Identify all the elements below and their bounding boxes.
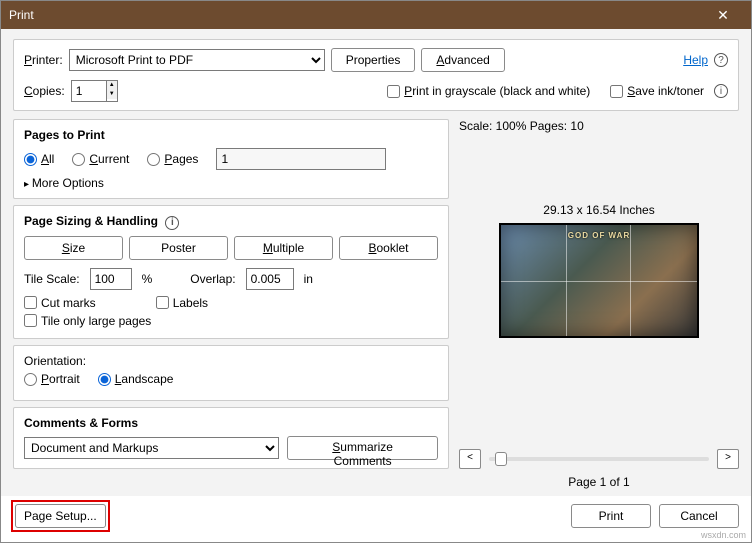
help-link[interactable]: Help	[683, 53, 708, 67]
slider-thumb[interactable]	[495, 452, 507, 466]
tilescale-input[interactable]	[90, 268, 132, 290]
sizing-title: Page Sizing & Handling i	[24, 214, 438, 230]
printer-select[interactable]: Microsoft Print to PDF	[69, 49, 325, 71]
size-tab[interactable]: Size	[24, 236, 123, 260]
comments-panel: Comments & Forms Document and Markups Su…	[13, 407, 449, 469]
help-icon[interactable]: ?	[714, 53, 728, 67]
watermark: wsxdn.com	[701, 530, 746, 540]
preview-image: GOD OF WAR	[499, 223, 699, 338]
overlap-label: Overlap:	[190, 272, 235, 286]
close-icon[interactable]: ✕	[703, 7, 743, 24]
printer-label: Printer:	[24, 53, 63, 67]
info-icon[interactable]: i	[714, 84, 728, 98]
more-options-toggle[interactable]: More Options	[24, 176, 438, 190]
poster-tab[interactable]: Poster	[129, 236, 228, 260]
preview-logo: GOD OF WAR	[568, 231, 630, 240]
spinner-up-icon[interactable]: ▲	[107, 81, 117, 90]
print-button[interactable]: Print	[571, 504, 651, 528]
tile-large-checkbox[interactable]: Tile only large pages	[24, 314, 151, 328]
pages-range-input[interactable]	[216, 148, 386, 170]
preview-scale: Scale: 100% Pages: 10	[459, 119, 739, 133]
printer-panel: Printer: Microsoft Print to PDF Properti…	[13, 39, 739, 111]
save-ink-checkbox[interactable]: Save ink/toner	[610, 84, 704, 98]
summarize-comments-button[interactable]: Summarize Comments	[287, 436, 438, 460]
copies-label: Copies:	[24, 84, 65, 98]
preview-dimensions: 29.13 x 16.54 Inches	[459, 203, 739, 217]
copies-spinner[interactable]: ▲▼	[71, 80, 118, 102]
window-title: Print	[9, 8, 703, 22]
pages-title: Pages to Print	[24, 128, 438, 142]
info-icon[interactable]: i	[165, 216, 179, 230]
overlap-input[interactable]	[246, 268, 294, 290]
comments-select[interactable]: Document and Markups	[24, 437, 279, 459]
tilescale-label: Tile Scale:	[24, 272, 80, 286]
orientation-panel: Orientation: Portrait Landscape	[13, 345, 449, 401]
pages-all-radio[interactable]: All	[24, 152, 54, 166]
titlebar: Print ✕	[1, 1, 751, 29]
tilescale-unit: %	[142, 272, 153, 286]
next-page-button[interactable]: >	[717, 449, 739, 469]
cancel-button[interactable]: Cancel	[659, 504, 739, 528]
landscape-radio[interactable]: Landscape	[98, 372, 174, 386]
spinner-down-icon[interactable]: ▼	[107, 90, 117, 99]
booklet-tab[interactable]: Booklet	[339, 236, 438, 260]
orientation-title: Orientation:	[24, 354, 438, 368]
print-dialog: Print ✕ Printer: Microsoft Print to PDF …	[0, 0, 752, 543]
prev-page-button[interactable]: <	[459, 449, 481, 469]
comments-title: Comments & Forms	[24, 416, 438, 430]
cutmarks-checkbox[interactable]: Cut marks	[24, 296, 96, 310]
properties-button[interactable]: Properties	[331, 48, 416, 72]
overlap-unit: in	[304, 272, 313, 286]
advanced-button[interactable]: Advanced	[421, 48, 504, 72]
preview-panel: Scale: 100% Pages: 10 29.13 x 16.54 Inch…	[459, 119, 739, 489]
page-setup-button[interactable]: Page Setup...	[15, 504, 106, 528]
portrait-radio[interactable]: Portrait	[24, 372, 80, 386]
labels-checkbox[interactable]: Labels	[156, 296, 208, 310]
page-info: Page 1 of 1	[459, 475, 739, 489]
sizing-panel: Page Sizing & Handling i Size Poster Mul…	[13, 205, 449, 339]
pages-to-print-panel: Pages to Print All Current Pages More Op…	[13, 119, 449, 199]
copies-input[interactable]	[71, 80, 107, 102]
page-slider[interactable]	[489, 457, 709, 461]
grayscale-checkbox[interactable]: Print in grayscale (black and white)	[387, 84, 590, 98]
page-setup-highlight: Page Setup...	[11, 500, 110, 532]
multiple-tab[interactable]: Multiple	[234, 236, 333, 260]
dialog-footer: Page Setup... Print Cancel	[1, 496, 751, 542]
pages-current-radio[interactable]: Current	[72, 152, 129, 166]
pages-range-radio[interactable]: Pages	[147, 152, 198, 166]
